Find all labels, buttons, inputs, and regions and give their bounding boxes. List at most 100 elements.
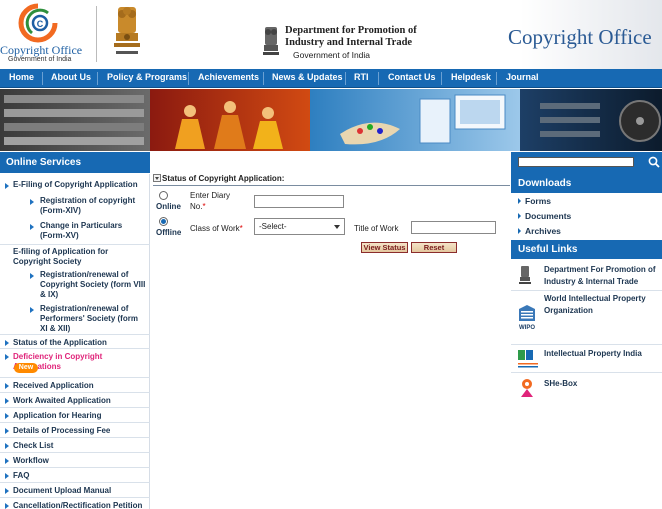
- radio-online-label: Online: [156, 202, 181, 211]
- dept-emblem-icon: [519, 266, 531, 284]
- nav-separator: [441, 72, 442, 85]
- sidebar-item-check-list[interactable]: Check List: [0, 438, 150, 453]
- arrow-icon: [5, 340, 9, 346]
- sidebar-item-hearing[interactable]: Application for Hearing: [0, 408, 150, 423]
- arrow-icon: [30, 224, 34, 230]
- sidebar-subitem-copyright-society[interactable]: Registration/renewal of Copyright Societ…: [28, 270, 150, 300]
- sidebar-item-label: Registration of copyright (Form-XIV): [40, 196, 136, 215]
- useful-link-ip-india[interactable]: Intellectual Property India: [511, 345, 662, 373]
- collapse-toggle-icon[interactable]: [153, 174, 161, 182]
- arrow-icon: [5, 503, 9, 509]
- diary-label: Enter Diary No.*: [190, 190, 230, 212]
- sidebar-item-label: Details of Processing Fee: [13, 426, 111, 435]
- sidebar-item-label: Cancellation/Rectification Petition: [13, 501, 143, 509]
- arrow-icon: [30, 199, 34, 205]
- required-marker: *: [239, 224, 243, 233]
- sidebar-item-efiling-society[interactable]: E-filing of Application for Copyright So…: [0, 244, 150, 266]
- sidebar-item-label: Document Upload Manual: [13, 486, 112, 495]
- sidebar-item-efiling[interactable]: E-Filing of Copyright Application: [0, 180, 150, 192]
- sidebar-item-label: Registration/renewal of Copyright Societ…: [40, 270, 146, 299]
- title-of-work-input[interactable]: [411, 221, 496, 234]
- arrow-icon: [518, 198, 521, 204]
- shebox-logo-icon: [521, 379, 533, 397]
- logo-subtitle: Government of India: [8, 56, 72, 63]
- sidebar-item-status[interactable]: Status of the Application: [0, 334, 150, 349]
- nav-contact-us[interactable]: Contact Us: [388, 72, 436, 82]
- radio-offline[interactable]: [159, 217, 168, 226]
- class-of-work-label-text: Class of Work: [190, 224, 240, 233]
- class-of-work-select[interactable]: -Select-: [254, 218, 345, 235]
- useful-link-shebox[interactable]: SHe-Box: [511, 373, 662, 403]
- nav-policy-programs[interactable]: Policy & Programs: [107, 72, 187, 82]
- sidebar-item-label: Application for Hearing: [13, 411, 102, 420]
- nav-about-us[interactable]: About Us: [51, 72, 91, 82]
- sidebar-item-label: E-filing of Application for Copyright So…: [13, 247, 109, 266]
- arrow-icon: [518, 228, 521, 234]
- sidebar-subitem-performers-society[interactable]: Registration/renewal of Performers' Soci…: [28, 304, 150, 334]
- useful-link-label: World Intellectual Property Organization: [544, 294, 646, 315]
- svg-text:WIPO: WIPO: [519, 325, 535, 331]
- arrow-icon: [5, 354, 9, 360]
- dept-emblem-icon: [263, 27, 279, 55]
- arrow-icon: [5, 398, 9, 404]
- sidebar-item-deficiency[interactable]: Deficiency in Copyright Applications New: [0, 349, 150, 378]
- sidebar-item-label: Received Application: [13, 381, 94, 390]
- nav-helpdesk[interactable]: Helpdesk: [451, 72, 491, 82]
- view-status-button[interactable]: View Status: [361, 242, 408, 253]
- reset-button[interactable]: Reset: [411, 242, 457, 253]
- arrow-icon: [5, 383, 9, 389]
- online-services-title: Online Services: [0, 152, 150, 173]
- sidebar-item-received[interactable]: Received Application: [0, 378, 150, 393]
- useful-link-wipo[interactable]: WIPO World Intellectual Property Organiz…: [511, 291, 662, 345]
- arrow-icon: [30, 273, 34, 279]
- nav-achievements[interactable]: Achievements: [198, 72, 259, 82]
- arrow-icon: [5, 473, 9, 479]
- diary-label-line1: Enter Diary: [190, 191, 231, 200]
- nav-home[interactable]: Home: [9, 72, 34, 82]
- sidebar-item-cancellation[interactable]: Cancellation/Rectification Petition: [0, 498, 150, 509]
- nav-separator: [42, 72, 43, 85]
- sidebar-item-label: Registration/renewal of Performers' Soci…: [40, 304, 138, 333]
- nav-separator: [97, 72, 98, 85]
- arrow-icon: [5, 443, 9, 449]
- page: C Copyright Office Government of India D…: [0, 0, 662, 509]
- arrow-icon: [5, 183, 9, 189]
- title-of-work-label: Title of Work: [354, 224, 399, 233]
- sidebar-item-label: Status of the Application: [13, 338, 107, 347]
- radio-offline-label: Offline: [156, 228, 182, 237]
- chevron-down-icon: [334, 225, 340, 229]
- nav-news-updates[interactable]: News & Updates: [272, 72, 343, 82]
- search-input[interactable]: [518, 157, 634, 167]
- sidebar-item-processing-fee[interactable]: Details of Processing Fee: [0, 423, 150, 438]
- sidebar-item-work-awaited[interactable]: Work Awaited Application: [0, 393, 150, 408]
- nav-rti[interactable]: RTI: [354, 72, 369, 82]
- radio-online[interactable]: [159, 191, 168, 200]
- sidebar-subitem-registration[interactable]: Registration of copyright (Form-XIV): [28, 196, 150, 216]
- online-services-sidebar: E-Filing of Copyright Application Regist…: [0, 174, 150, 509]
- useful-link-dpiit[interactable]: Department For Promotion of Industry & I…: [511, 261, 662, 291]
- dept-name-line1: Department for Promotion of: [285, 25, 417, 36]
- arrow-icon: [5, 488, 9, 494]
- diary-number-input[interactable]: [254, 195, 344, 208]
- sidebar-item-label: Workflow: [13, 456, 49, 465]
- sidebar-item-faq[interactable]: FAQ: [0, 468, 150, 483]
- dept-name-line3: Government of India: [293, 50, 371, 60]
- nav-separator: [496, 72, 497, 85]
- search-icon[interactable]: [648, 156, 660, 168]
- main-nav: Home About Us Policy & Programs Achievem…: [0, 69, 662, 88]
- copyright-office-logo-icon: C: [18, 3, 58, 43]
- sidebar-item-label: Change in Particulars (Form-XV): [40, 221, 123, 240]
- arrow-icon: [5, 413, 9, 419]
- sidebar-item-upload-manual[interactable]: Document Upload Manual: [0, 483, 150, 498]
- wipo-logo-icon: WIPO: [519, 305, 535, 331]
- dept-name-line2: Industry and Internal Trade: [285, 37, 413, 48]
- site-header: C Copyright Office Government of India D…: [0, 0, 662, 69]
- sidebar-item-workflow[interactable]: Workflow: [0, 453, 150, 468]
- nav-journal[interactable]: Journal: [506, 72, 539, 82]
- download-link-label: Documents: [525, 211, 572, 221]
- sidebar-subitem-change-particulars[interactable]: Change in Particulars (Form-XV): [28, 221, 150, 241]
- sidebar-item-label: FAQ: [13, 471, 30, 480]
- banner-image: [0, 89, 662, 151]
- arrow-icon: [518, 213, 521, 219]
- class-of-work-selected: -Select-: [259, 222, 287, 231]
